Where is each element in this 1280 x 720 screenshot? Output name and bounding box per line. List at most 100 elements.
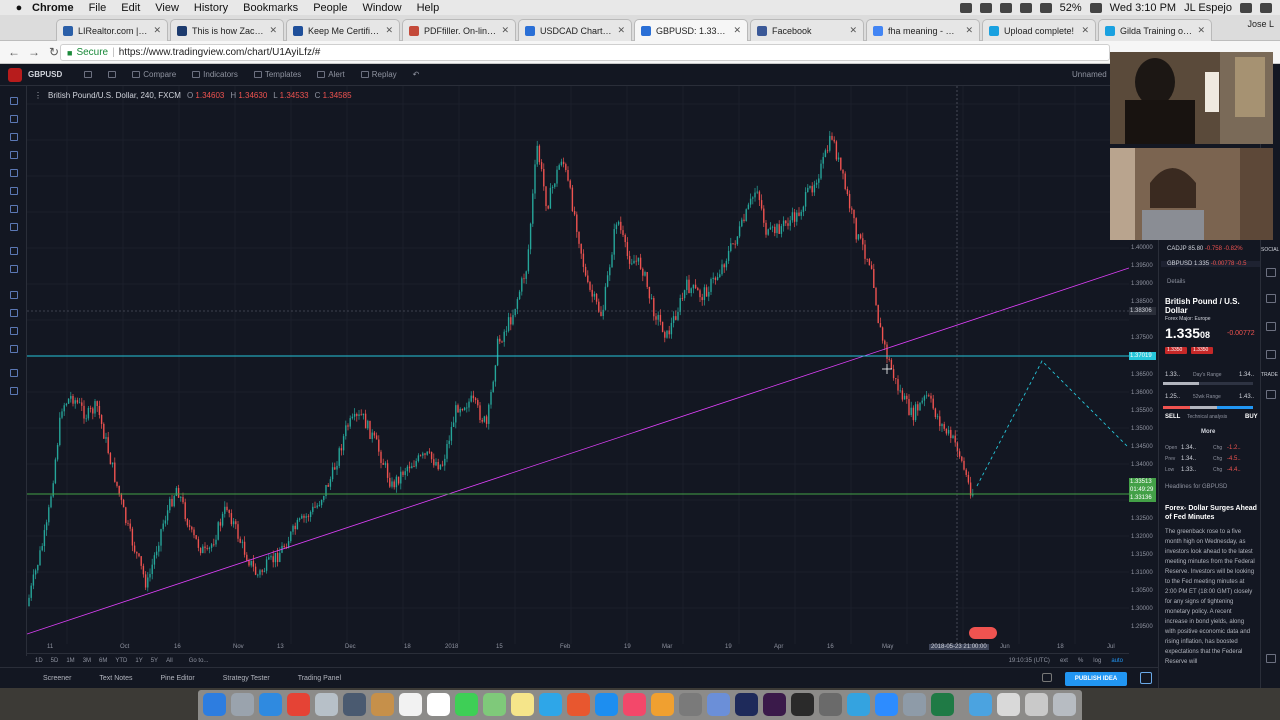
wifi-icon[interactable] — [1039, 2, 1052, 13]
menu-edit[interactable]: Edit — [121, 2, 140, 14]
range-1m[interactable]: 1M — [66, 658, 74, 664]
tab-close-icon[interactable]: ✕ — [1197, 25, 1205, 36]
calendar-icon[interactable] — [427, 693, 450, 716]
excel-icon[interactable] — [931, 693, 954, 716]
user-name[interactable]: JL Espejo — [1184, 2, 1232, 14]
watchlist-icon[interactable] — [9, 368, 19, 378]
ruler-icon[interactable] — [9, 246, 19, 256]
books-icon[interactable] — [651, 693, 674, 716]
browser-tab[interactable]: PDFfiller. On-line PD ✕ — [402, 19, 516, 41]
tab-trading-panel[interactable]: Trading Panel — [298, 675, 341, 682]
tab-close-icon[interactable]: ✕ — [153, 25, 161, 36]
battery-icon[interactable] — [1089, 2, 1102, 13]
app-store-icon[interactable] — [595, 693, 618, 716]
back-icon[interactable]: ← — [8, 45, 20, 59]
tab-close-icon[interactable]: ✕ — [617, 25, 625, 36]
magnet-icon[interactable] — [9, 290, 19, 300]
legend-menu-icon[interactable]: ⋮ — [34, 91, 42, 100]
chat-icon[interactable] — [1266, 268, 1276, 277]
tab-strategy-tester[interactable]: Strategy Tester — [223, 675, 270, 682]
tab-pine-editor[interactable]: Pine Editor — [160, 675, 194, 682]
utc-clock[interactable]: 19:10:35 (UTC) — [1009, 658, 1050, 664]
tab-text-notes[interactable]: Text Notes — [99, 675, 132, 682]
browser-tab[interactable]: fha meaning - Googl ✕ — [866, 19, 980, 41]
ext-toggle[interactable]: ext — [1060, 658, 1068, 664]
photos-icon[interactable] — [539, 693, 562, 716]
document-stack-icon[interactable] — [1025, 693, 1048, 716]
airplay-icon[interactable] — [999, 2, 1012, 13]
final-cut-icon[interactable] — [819, 693, 842, 716]
ideas-icon[interactable] — [1266, 294, 1276, 303]
menu-people[interactable]: People — [313, 2, 347, 14]
layout-name[interactable]: Unnamed — [1072, 70, 1107, 79]
prediction-tool-icon[interactable] — [9, 204, 19, 214]
tab-screener[interactable]: Screener — [43, 675, 71, 682]
menu-app-name[interactable]: Chrome — [32, 2, 74, 14]
more-icon[interactable] — [1266, 654, 1276, 663]
brush-tool-icon[interactable] — [9, 150, 19, 160]
trash-dock-icon[interactable] — [1053, 693, 1076, 716]
range-3m[interactable]: 3M — [83, 658, 91, 664]
browser-tab-active[interactable]: GBPUSD: 1.33508 ▼✕ — [634, 19, 748, 41]
event-badge[interactable] — [969, 627, 997, 639]
maps-icon[interactable] — [483, 693, 506, 716]
time-axis[interactable]: 11 Oct 16 Nov 13 Dec 18 2018 15 Feb 19 M… — [27, 644, 1129, 653]
trade-label[interactable]: TRADE — [1261, 372, 1278, 378]
browser-tab[interactable]: Keep Me Certified NY ✕ — [286, 19, 400, 41]
itunes-icon[interactable] — [567, 693, 590, 716]
buy-label[interactable]: BUY — [1245, 414, 1258, 420]
streams-icon[interactable] — [1266, 322, 1276, 331]
tab-close-icon[interactable]: ✕ — [269, 25, 277, 36]
tab-close-icon[interactable]: ✕ — [733, 25, 741, 36]
browser-tab[interactable]: Gilda Training on Vim ✕ — [1098, 19, 1212, 41]
pattern-tool-icon[interactable] — [9, 186, 19, 196]
launchpad-icon[interactable] — [231, 693, 254, 716]
range-5d[interactable]: 5D — [51, 658, 59, 664]
compressor-icon[interactable] — [791, 693, 814, 716]
trendline-tool-icon[interactable] — [9, 114, 19, 124]
forward-icon[interactable]: → — [28, 45, 40, 59]
finder-icon[interactable] — [203, 693, 226, 716]
system-preferences-icon[interactable] — [679, 693, 702, 716]
sell-label[interactable]: SELL — [1165, 414, 1180, 420]
tab-close-icon[interactable]: ✕ — [385, 25, 393, 36]
headlines-header[interactable]: Headlines for GBPUSD — [1165, 484, 1227, 490]
spotlight-icon[interactable] — [1240, 2, 1252, 13]
dropbox-icon[interactable] — [979, 2, 992, 13]
url-text[interactable]: https://www.tradingview.com/chart/U1AyiL… — [119, 47, 321, 58]
tab-close-icon[interactable]: ✕ — [501, 25, 509, 36]
range-6m[interactable]: 6M — [99, 658, 107, 664]
auto-toggle[interactable]: auto — [1111, 658, 1123, 664]
alerts-icon[interactable] — [1266, 350, 1276, 359]
range-1y[interactable]: 1Y — [135, 658, 142, 664]
camera-icon[interactable] — [1042, 673, 1052, 682]
price-chart[interactable] — [27, 86, 1129, 644]
interval-button[interactable] — [84, 71, 93, 78]
social-label[interactable]: SOCIAL — [1261, 247, 1279, 253]
record-icon[interactable] — [959, 2, 972, 13]
tab-close-icon[interactable]: ✕ — [965, 25, 973, 36]
undo-button[interactable]: ↶ — [413, 70, 420, 79]
downloads-folder-icon[interactable] — [969, 693, 992, 716]
menu-bookmarks[interactable]: Bookmarks — [243, 2, 298, 14]
screenshot-icon[interactable] — [903, 693, 926, 716]
trend-line[interactable] — [27, 267, 1129, 635]
publish-idea-button[interactable]: PUBLISH IDEA — [1065, 672, 1127, 686]
photoshop-icon[interactable] — [735, 693, 758, 716]
range-ytd[interactable]: YTD — [115, 658, 127, 664]
notes-icon[interactable] — [511, 693, 534, 716]
bluetooth-icon[interactable] — [1019, 2, 1032, 13]
compare-button[interactable]: Compare — [132, 70, 176, 79]
indicators-button[interactable]: Indicators — [192, 70, 238, 79]
hide-drawings-icon[interactable] — [9, 344, 19, 354]
chart-style-button[interactable] — [108, 71, 117, 78]
templates-button[interactable]: Templates — [253, 70, 301, 79]
messages-icon[interactable] — [455, 693, 478, 716]
pitchfork-tool-icon[interactable] — [9, 132, 19, 142]
icon-tool-icon[interactable] — [9, 222, 19, 232]
goto-button[interactable]: Go to... — [189, 658, 209, 664]
menu-file[interactable]: File — [89, 2, 107, 14]
avatar[interactable] — [8, 67, 22, 82]
range-all[interactable]: All — [166, 658, 173, 664]
music-icon[interactable] — [623, 693, 646, 716]
